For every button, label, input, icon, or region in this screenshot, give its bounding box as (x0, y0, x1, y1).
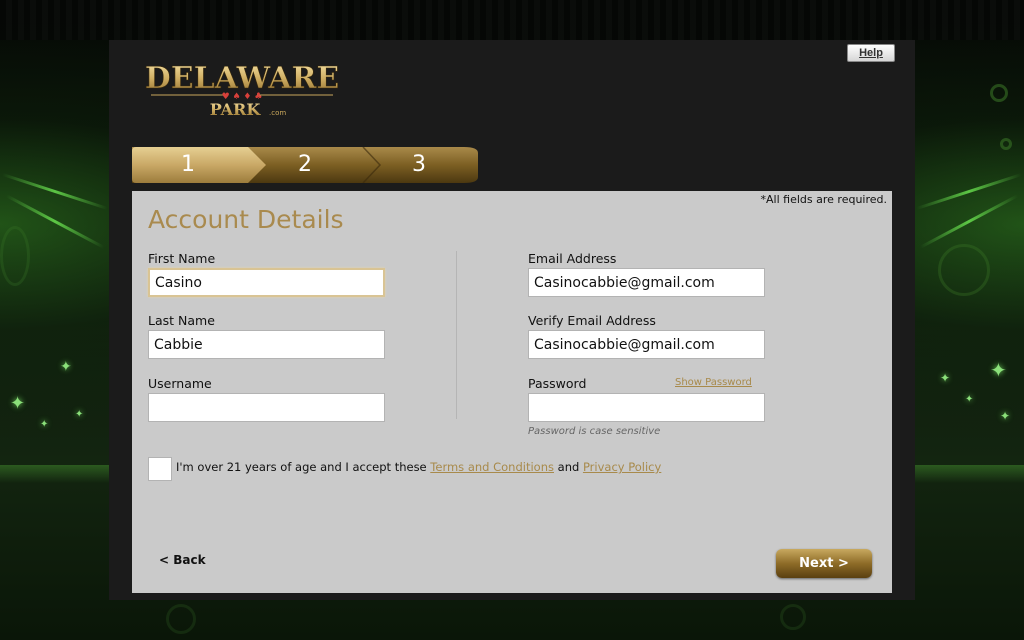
decor-ring (0, 226, 30, 286)
help-button[interactable]: Help (847, 44, 895, 62)
step-3-label: 3 (412, 152, 426, 177)
terms-prefix-text: I'm over 21 years of age and I accept th… (176, 460, 427, 474)
svg-text:DELAWARE: DELAWARE (145, 61, 340, 96)
next-button[interactable]: Next > (776, 549, 872, 578)
delaware-park-logo: DELAWARE ♥ ♠ ♦ ♣ PARK .com (144, 61, 340, 119)
light-beam (2, 173, 108, 210)
step-1-label: 1 (181, 152, 195, 177)
page-title: Account Details (148, 205, 344, 234)
terms-statement: I'm over 21 years of age and I accept th… (176, 460, 661, 474)
show-password-link[interactable]: Show Password (675, 377, 752, 388)
username-input[interactable] (148, 393, 385, 422)
sparkle-icon: ✦ (990, 358, 1007, 382)
verify-email-label: Verify Email Address (528, 313, 656, 328)
sparkle-icon: ✦ (75, 409, 84, 420)
sparkle-icon: ✦ (10, 393, 26, 414)
step-2-label: 2 (298, 152, 312, 177)
account-details-form: *All fields are required. Account Detail… (132, 191, 892, 593)
terms-and-text: and (557, 460, 580, 474)
sparkle-icon: ✦ (965, 394, 974, 405)
column-divider (456, 251, 457, 419)
decor-ring (166, 604, 196, 634)
decor-ring (780, 604, 806, 630)
sparkle-icon: ✦ (60, 359, 72, 375)
password-input[interactable] (528, 393, 765, 422)
terms-and-conditions-link[interactable]: Terms and Conditions (430, 460, 554, 474)
last-name-input[interactable] (148, 330, 385, 359)
first-name-label: First Name (148, 251, 216, 266)
sparkle-icon: ✦ (940, 371, 951, 385)
privacy-policy-link[interactable]: Privacy Policy (583, 460, 661, 474)
age-terms-checkbox[interactable] (148, 457, 172, 481)
password-label: Password (528, 376, 587, 391)
email-input[interactable] (528, 268, 765, 297)
registration-panel: DELAWARE ♥ ♠ ♦ ♣ PARK .com Help 1 2 3 *A… (109, 40, 915, 600)
back-button[interactable]: < Back (159, 553, 206, 567)
sparkle-icon: ✦ (40, 419, 49, 430)
email-label: Email Address (528, 251, 617, 266)
background-stripes (0, 0, 1024, 40)
svg-text:.com: .com (269, 109, 286, 117)
decor-ring (1000, 138, 1012, 150)
decor-ring (938, 244, 990, 296)
svg-text:PARK: PARK (210, 100, 262, 119)
verify-email-input[interactable] (528, 330, 765, 359)
light-beam (916, 173, 1022, 210)
required-note: *All fields are required. (760, 193, 887, 206)
password-hint: Password is case sensitive (528, 426, 661, 437)
username-label: Username (148, 376, 212, 391)
first-name-input[interactable] (148, 268, 385, 297)
sparkle-icon: ✦ (1000, 409, 1011, 423)
last-name-label: Last Name (148, 313, 215, 328)
decor-ring (990, 84, 1008, 102)
